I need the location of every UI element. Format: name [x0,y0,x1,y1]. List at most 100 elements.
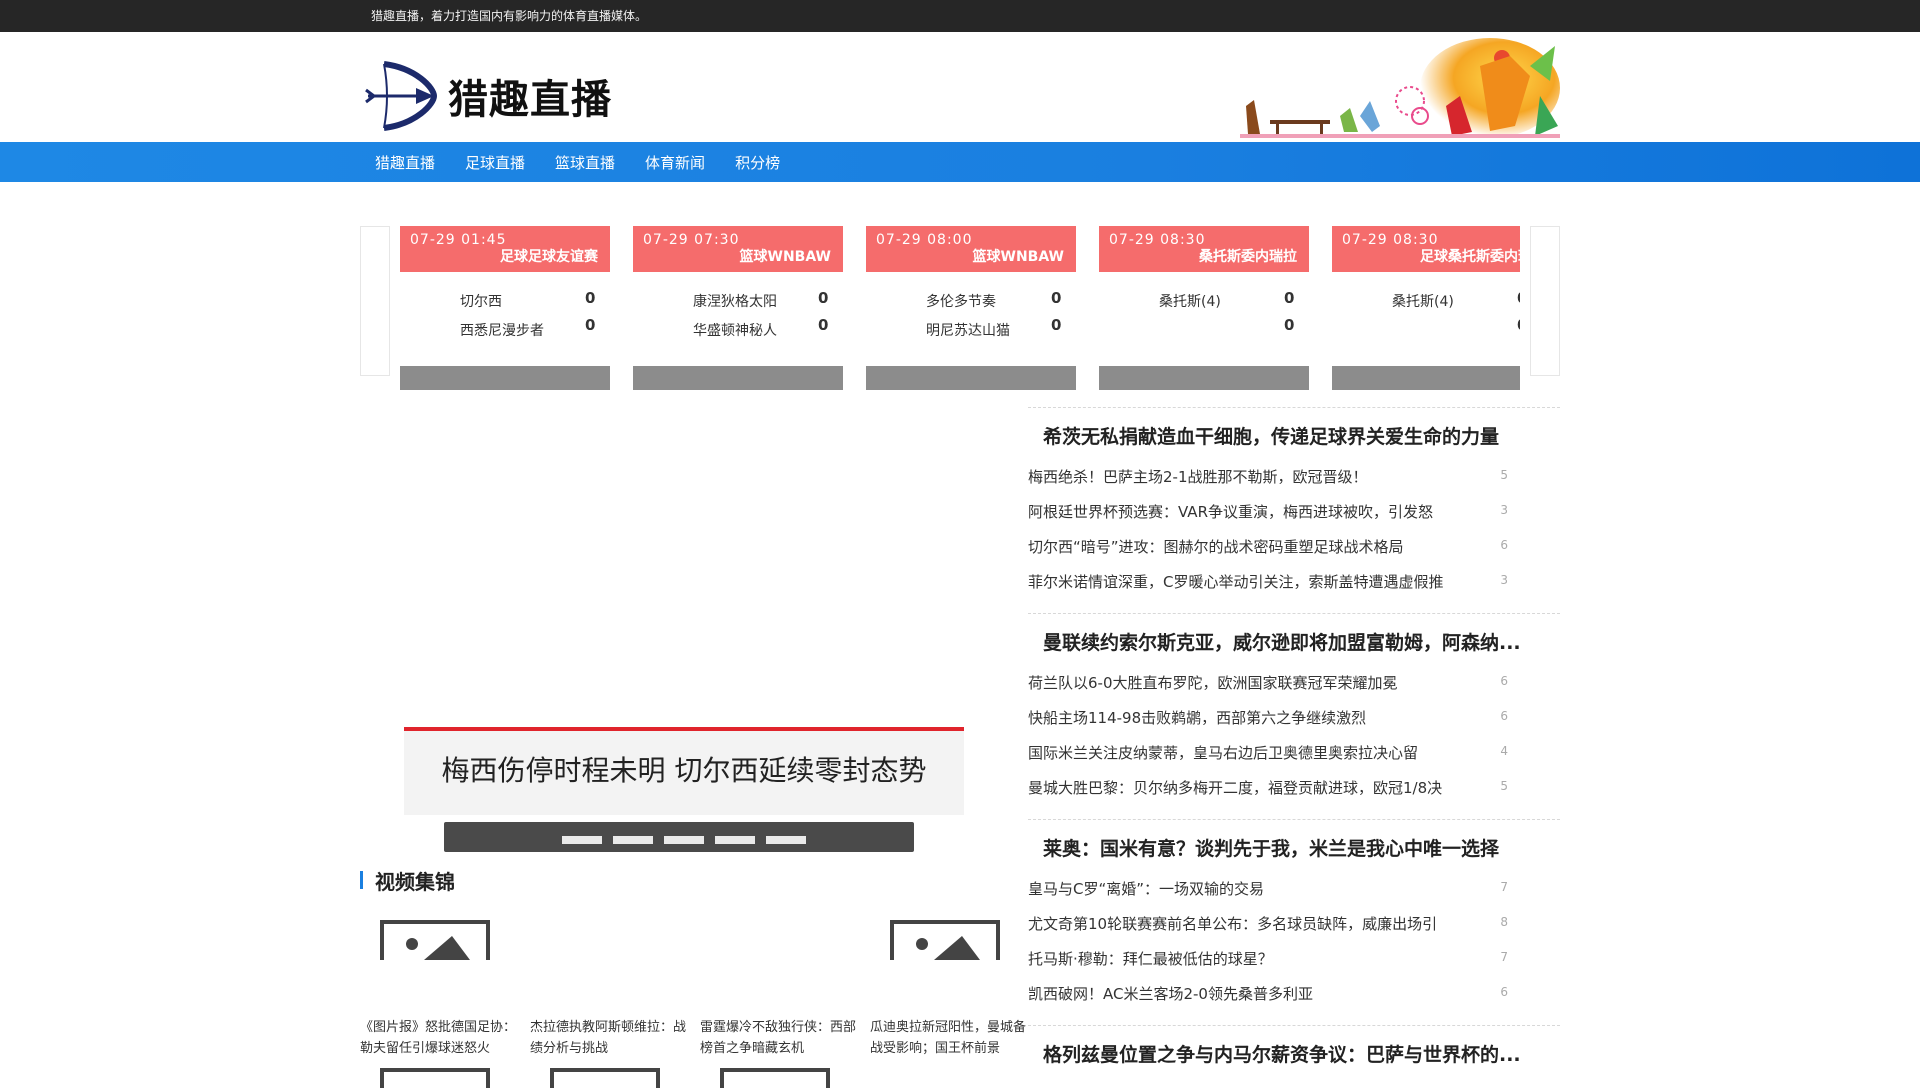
news-item-text[interactable]: 快船主场114-98击败鹈鹕，西部第六之争继续激烈 [1028,707,1508,728]
home-team: 多伦多节奏 [926,294,996,310]
news-item-text[interactable]: 切尔西“暗号”进攻：图赫尔的战术密码重塑足球战术格局 [1028,536,1508,557]
news-item-text[interactable]: 菲尔米诺情谊深重，C罗暖心举动引关注，索斯盖特遭遇虚假推 [1028,571,1508,592]
carousel-prev-button[interactable] [360,226,390,376]
news-item[interactable]: 荷兰队以6-0大胜直布罗陀，欧洲国家联赛冠军荣耀加冕 6 [1028,672,1528,697]
news-item[interactable]: 曼城大胜巴黎：贝尔纳多梅开二度，福登贡献进球，欧冠1/8决 5 [1028,777,1528,802]
away-score: 0 [1284,316,1295,334]
news-item[interactable]: 国际米兰关注皮纳蒙蒂，皇马右边后卫奥德里奥索拉决心留 4 [1028,742,1528,767]
news-item[interactable]: 凯西破网！AC米兰客场2-0领先桑普多利亚 6 [1028,983,1528,1008]
news-item[interactable]: 切尔西“暗号”进攻：图赫尔的战术密码重塑足球战术格局 6 [1028,536,1528,561]
news-item-text[interactable]: 荷兰队以6-0大胜直布罗陀，欧洲国家联赛冠军荣耀加冕 [1028,672,1508,693]
away-team: 西悉尼漫步者 [460,323,544,339]
slider-dot[interactable] [613,836,653,844]
news-headline[interactable]: 希茨无私捐献造血干细胞，传递足球界关爱生命的力量 [1043,422,1548,449]
nav-item-football[interactable]: 足球直播 [465,152,525,173]
nav-item-basketball[interactable]: 篮球直播 [555,152,615,173]
image-placeholder-icon [890,920,1000,960]
match-carousel: 07-29 01:45 足球足球友谊赛 切尔西 0 西悉尼漫步者 0 07-29… [360,226,1560,390]
match-card-footer[interactable] [1332,366,1520,390]
match-card[interactable]: 07-29 01:45 足球足球友谊赛 切尔西 0 西悉尼漫步者 0 [400,226,610,390]
image-placeholder-icon [550,1068,660,1088]
news-headline[interactable]: 莱奥：国米有意？谈判先于我，米兰是我心中唯一选择 [1043,834,1548,861]
match-league: 足球足球友谊赛 [500,249,598,265]
match-card-footer[interactable] [866,366,1076,390]
slider-dot[interactable] [664,836,704,844]
videos-title: 视频集锦 [375,869,455,894]
news-item-text[interactable]: 国际米兰关注皮纳蒙蒂，皇马右边后卫奥德里奥索拉决心留 [1028,742,1508,763]
news-item-count: 7 [1500,950,1508,964]
match-card[interactable]: 07-29 07:30 篮球WNBAW 康涅狄格太阳 0 华盛顿神秘人 0 [633,226,843,390]
logo-text: 猎趣直播 [448,77,612,123]
image-placeholder-icon [380,920,490,960]
match-league: 篮球WNBAW [972,249,1064,265]
match-card-footer[interactable] [1099,366,1309,390]
away-score: 0 [585,316,596,334]
news-item-text[interactable]: 曼城大胜巴黎：贝尔纳多梅开二度，福登贡献进球，欧冠1/8决 [1028,777,1508,798]
nav-item-news[interactable]: 体育新闻 [645,152,705,173]
news-item-text[interactable]: 尤文奇第10轮联赛赛前名单公布：多名球员缺阵，威廉出场引 [1028,913,1508,934]
home-score: 0 [585,289,596,307]
news-item-text[interactable]: 凯西破网！AC米兰客场2-0领先桑普多利亚 [1028,983,1508,1004]
news-headline[interactable]: 曼联续约索尔斯克亚，威尔逊即将加盟富勒姆，阿森纳... [1043,628,1548,655]
news-item-text[interactable]: 皇马与C罗“离婚”：一场双输的交易 [1028,878,1508,899]
slider-pager [444,822,914,852]
home-score: 0 [1051,289,1062,307]
nav-item-home[interactable]: 猎趣直播 [375,152,435,173]
news-item[interactable]: 尤文奇第10轮联赛赛前名单公布：多名球员缺阵，威廉出场引 8 [1028,913,1528,938]
away-team: 明尼苏达山猫 [926,323,1010,339]
home-score: 0 [818,289,829,307]
home-team: 康涅狄格太阳 [693,294,777,310]
home-team: 切尔西 [460,294,502,310]
news-item-count: 5 [1500,779,1508,793]
slider-dot[interactable] [766,836,806,844]
news-group: 曼联续约索尔斯克亚，威尔逊即将加盟富勒姆，阿森纳... 荷兰队以6-0大胜直布罗… [1028,613,1560,819]
match-card-header: 07-29 08:30 足球桑托斯委内瑞拉 [1332,226,1520,272]
slider-dot[interactable] [715,836,755,844]
home-score: 0 [1284,289,1295,307]
video-caption[interactable]: 瓜迪奥拉新冠阳性，曼城备战受影响；国王杯前景 [870,1017,1030,1059]
news-item[interactable]: 阿根廷世界杯预选赛：VAR争议重演，梅西进球被吹，引发怒 3 [1028,501,1528,526]
image-placeholder-icon [380,1068,490,1088]
news-item[interactable]: 菲尔米诺情谊深重，C罗暖心举动引关注，索斯盖特遭遇虚假推 3 [1028,571,1528,596]
match-cards: 07-29 01:45 足球足球友谊赛 切尔西 0 西悉尼漫步者 0 07-29… [400,226,1520,390]
match-league: 桑托斯委内瑞拉 [1199,249,1297,265]
sports-banner-image [1240,38,1560,138]
home-team: 桑托斯(4) [1392,294,1454,310]
top-bar: 猎趣直播，着力打造国内有影响力的体育直播媒体。 [0,0,1920,32]
match-card-footer[interactable] [400,366,610,390]
nav-item-standings[interactable]: 积分榜 [735,152,780,173]
news-item-count: 6 [1500,985,1508,999]
news-item-count: 3 [1500,573,1508,587]
match-card[interactable]: 07-29 08:30 桑托斯委内瑞拉 桑托斯(4) 0 0 [1099,226,1309,390]
top-bar-text: 猎趣直播，着力打造国内有影响力的体育直播媒体。 [371,9,648,23]
news-item-text[interactable]: 阿根廷世界杯预选赛：VAR争议重演，梅西进球被吹，引发怒 [1028,501,1508,522]
match-card[interactable]: 07-29 08:00 篮球WNBAW 多伦多节奏 0 明尼苏达山猫 0 [866,226,1076,390]
slider-caption-box[interactable]: 梅西伤停时程未明 切尔西延续零封态势 [404,727,964,815]
news-item[interactable]: 皇马与C罗“离婚”：一场双输的交易 7 [1028,878,1528,903]
news-item-count: 6 [1500,674,1508,688]
news-item-count: 6 [1500,538,1508,552]
news-item-count: 8 [1500,915,1508,929]
video-caption[interactable]: 杰拉德执教阿斯顿维拉：战绩分析与挑战 [530,1017,690,1059]
video-caption[interactable]: 《图片报》怒批德国足协：勒夫留任引爆球迷怒火 [360,1017,520,1059]
news-item[interactable]: 快船主场114-98击败鹈鹕，西部第六之争继续激烈 6 [1028,707,1528,732]
news-column: 希茨无私捐献造血干细胞，传递足球界关爱生命的力量 梅西绝杀！巴萨主场2-1战胜那… [1028,407,1560,1085]
news-item-text[interactable]: 托马斯·穆勒：拜仁最被低估的球星？ [1028,948,1508,969]
bow-arrow-icon [365,61,438,131]
video-caption[interactable]: 雷霆爆冷不敌独行侠：西部榜首之争暗藏玄机 [700,1017,860,1059]
carousel-next-button[interactable] [1530,226,1560,376]
match-card[interactable]: 07-29 08:30 足球桑托斯委内瑞拉 桑托斯(4) 0 0 [1332,226,1520,390]
slider-caption: 梅西伤停时程未明 切尔西延续零封态势 [441,754,927,787]
match-league: 足球桑托斯委内瑞拉 [1420,249,1520,265]
news-headline[interactable]: 格列兹曼位置之争与内马尔薪资争议：巴萨与世界杯的... [1043,1040,1548,1067]
news-item-text[interactable]: 梅西绝杀！巴萨主场2-1战胜那不勒斯，欧冠晋级！ [1028,466,1508,487]
news-item-count: 5 [1500,468,1508,482]
slider-dot[interactable] [562,836,602,844]
news-item[interactable]: 梅西绝杀！巴萨主场2-1战胜那不勒斯，欧冠晋级！ 5 [1028,466,1528,491]
site-logo[interactable]: 猎趣直播 [364,60,612,132]
home-score: 0 [1517,289,1520,307]
news-group: 格列兹曼位置之争与内马尔薪资争议：巴萨与世界杯的... [1028,1025,1560,1085]
away-team: 华盛顿神秘人 [693,323,777,339]
news-item[interactable]: 托马斯·穆勒：拜仁最被低估的球星？ 7 [1028,948,1528,973]
match-card-footer[interactable] [633,366,843,390]
